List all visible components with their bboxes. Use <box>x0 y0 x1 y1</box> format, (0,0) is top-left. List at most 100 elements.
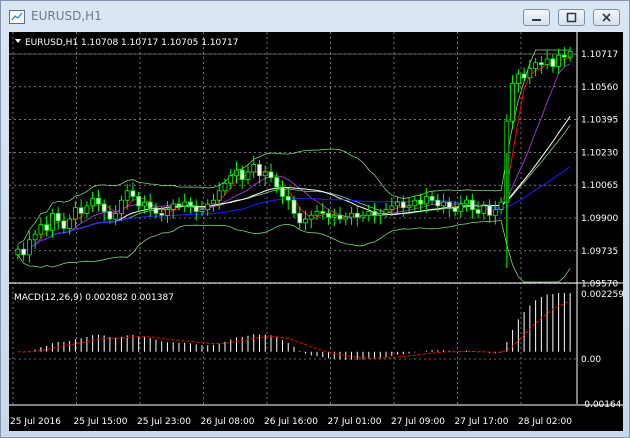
bull-candle <box>533 62 539 69</box>
close-icon <box>602 13 611 22</box>
bull-candle <box>423 196 429 205</box>
bull-candle <box>222 182 228 192</box>
bear-candle <box>521 73 527 79</box>
bull-candle <box>360 214 366 218</box>
time-axis-label: 28 Jul 02:00 <box>518 417 572 427</box>
bull-candle <box>510 83 515 122</box>
bull-candle <box>228 175 234 184</box>
minimize-button[interactable] <box>523 9 550 26</box>
bull-candle <box>124 190 130 201</box>
minimize-icon <box>532 19 541 21</box>
bear-candle <box>153 207 159 214</box>
bear-candle <box>372 211 377 216</box>
price-chart[interactable]: 1.10717 1.10560 1.10395 1.10230 1.10065 1.099… <box>9 32 623 431</box>
price-axis-label: 1.10395 <box>581 116 618 126</box>
time-axis-label: 27 Jul 09:00 <box>391 417 445 427</box>
close-button[interactable] <box>593 9 620 26</box>
bear-candle <box>193 205 199 212</box>
bear-candle <box>487 205 492 216</box>
bear-candle <box>268 171 274 179</box>
bull-candle <box>343 216 349 220</box>
restore-button[interactable] <box>558 9 585 26</box>
bear-candle <box>101 203 107 212</box>
bull-candle <box>481 205 487 214</box>
title-bar[interactable]: EURUSD,H1 <box>1 1 629 31</box>
bear-candle <box>475 209 481 214</box>
time-axis-label: 27 Jul 17:00 <box>455 417 509 427</box>
time-axis-label: 26 Jul 08:00 <box>201 417 255 427</box>
bull-candle <box>464 199 469 205</box>
bull-candle <box>412 199 418 207</box>
bear-candle <box>44 224 50 231</box>
time-axis-label: 26 Jul 16:00 <box>264 417 318 427</box>
bull-candle <box>515 73 521 84</box>
bull-candle <box>205 203 211 211</box>
bear-candle <box>147 201 153 209</box>
bull-candle <box>216 190 222 201</box>
chart-background <box>9 32 623 431</box>
price-axis-label: 1.10230 <box>581 148 618 158</box>
bear-candle <box>176 203 182 207</box>
bull-candle <box>84 205 90 214</box>
bull-candle <box>349 212 354 218</box>
bull-candle <box>251 164 257 173</box>
bull-candle <box>383 209 389 214</box>
bull-candle <box>67 218 73 229</box>
bear-candle <box>538 62 544 66</box>
bull-candle <box>182 201 188 207</box>
bull-candle <box>90 197 96 207</box>
bear-candle <box>55 212 61 222</box>
bear-candle <box>561 54 567 58</box>
bear-candle <box>239 169 245 180</box>
bear-candle <box>418 199 423 205</box>
bull-candle <box>395 201 400 207</box>
chart-canvas[interactable]: 1.10717 1.10560 1.10395 1.10230 1.10065 1.099… <box>9 32 623 431</box>
bull-candle <box>492 209 498 216</box>
bull-candle <box>199 209 205 212</box>
bull-candle <box>303 218 308 224</box>
time-axis-label: 25 Jul 15:00 <box>74 417 128 427</box>
bear-candle <box>429 196 435 201</box>
chart-header: EURUSD,H1 1.10708 1.10717 1.10705 1.1071… <box>15 38 238 48</box>
bear-candle <box>297 212 303 224</box>
bear-candle <box>78 207 84 214</box>
bear-candle <box>452 207 458 212</box>
bear-candle <box>285 196 291 201</box>
macd-axis-label: 0.00 <box>581 355 601 365</box>
bull-candle <box>15 248 21 256</box>
time-axis-label: 27 Jul 01:00 <box>328 417 382 427</box>
bull-candle <box>165 209 170 216</box>
bull-candle <box>406 205 412 209</box>
bear-candle <box>21 248 27 256</box>
bull-candle <box>389 205 395 211</box>
macd-header-text: MACD(12,26,9) 0.002082 0.001387 <box>14 293 174 303</box>
chart-grid <box>9 32 623 431</box>
price-axis-label: 1.10717 <box>581 50 618 60</box>
price-axis-label: 1.09570 <box>581 280 618 290</box>
bear-candle <box>257 164 262 177</box>
bear-candle <box>435 199 441 207</box>
bull-candle <box>556 54 562 67</box>
price-axis-label: 1.09735 <box>581 247 618 257</box>
bull-candle <box>32 233 38 241</box>
bear-candle <box>291 199 297 214</box>
bear-candle <box>96 197 101 205</box>
bear-candle <box>326 212 331 218</box>
bull-candle <box>308 214 314 220</box>
bear-candle <box>354 212 360 218</box>
bull-candle <box>331 214 337 218</box>
bull-candle <box>119 199 124 214</box>
chart-header-text: EURUSD,H1 1.10708 1.10717 1.10705 1.1071… <box>25 38 238 48</box>
bear-candle <box>400 201 406 209</box>
bull-candle <box>544 58 550 66</box>
bear-candle <box>188 201 193 207</box>
bear-candle <box>550 58 556 67</box>
bull-candle <box>73 207 78 220</box>
macd-axis-label: -0.00164 <box>581 400 622 410</box>
bull-candle <box>245 171 251 180</box>
bull-candle <box>113 212 119 220</box>
terminal-window: EURUSD,H1 1.10717 1.10560 1.10395 1.10230 1.… <box>0 0 630 438</box>
bear-candle <box>469 199 475 211</box>
price-axis-label: 1.10560 <box>581 83 618 93</box>
bear-candle <box>136 196 142 207</box>
